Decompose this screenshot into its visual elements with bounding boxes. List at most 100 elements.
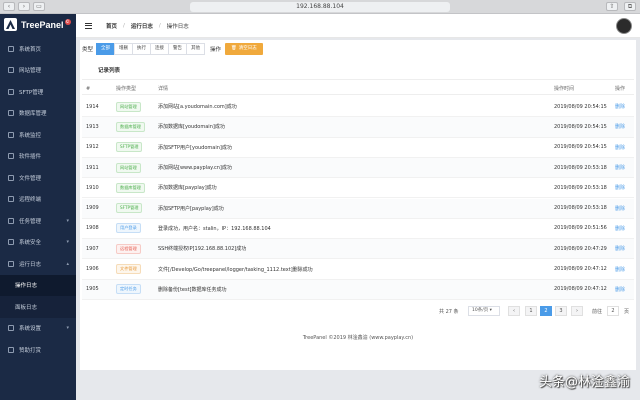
sidebar-item-label: 系统设置 — [19, 326, 42, 333]
delete-link[interactable]: 删除 — [615, 117, 625, 136]
type-tag: 定时任务 — [116, 284, 141, 295]
page-size-value: 10条/页 — [472, 308, 489, 313]
col-type: 操作类型 — [116, 86, 137, 92]
breadcrumb-home[interactable]: 首页 — [106, 22, 117, 30]
sidebar-item-2[interactable]: SFTP管理 — [0, 81, 76, 103]
chevron-down-icon: ▾ — [66, 239, 69, 246]
shield-icon — [8, 239, 14, 246]
log-icon — [8, 260, 14, 267]
gift-icon — [8, 346, 14, 353]
delete-link[interactable]: 删除 — [615, 158, 625, 177]
table-row: 1909 SFTP管理 添加SFTP用户[payplay]成功 2019/08/09 … — [82, 198, 634, 219]
sidebar-item-8[interactable]: 任务管理 ▾ — [0, 210, 76, 232]
address-bar[interactable]: 192.168.88.104 — [190, 2, 450, 12]
sidebar-item-label: 面板日志 — [15, 304, 38, 311]
row-time: 2019/08/09 20:47:12 — [554, 286, 607, 293]
delete-link[interactable]: 删除 — [615, 199, 625, 218]
row-detail: 添加数据库[youdomain]成功 — [158, 124, 225, 131]
gear-icon — [8, 325, 14, 332]
forward-button[interactable]: › — [18, 2, 30, 11]
sidebar-item-0[interactable]: 系统首页 — [0, 38, 76, 60]
delete-link[interactable]: 删除 — [615, 138, 625, 157]
section-title: 记录列表 — [82, 62, 634, 80]
type-tag: SFTP管理 — [116, 203, 143, 214]
globe-icon — [8, 67, 14, 74]
row-id: 1911 — [86, 164, 99, 171]
sidebar-item-bottom-0[interactable]: 系统设置 ▾ — [0, 318, 76, 340]
row-time: 2019/08/09 20:47:29 — [554, 245, 607, 252]
sidebar-item-1[interactable]: 网站管理 — [0, 60, 76, 82]
page-2[interactable]: 2 — [540, 306, 552, 316]
sidebar-item-3[interactable]: 数据库管理 — [0, 103, 76, 125]
menu-toggle-icon[interactable] — [85, 22, 92, 29]
sidebar-item-label: 远程终端 — [19, 197, 42, 204]
logo-icon — [4, 18, 17, 31]
row-detail: 添加SFTP用户[youdomain]成功 — [158, 144, 232, 151]
back-button[interactable]: ‹ — [3, 2, 15, 11]
type-filter-group: 全部 增删 执行 连接 警告 其他 — [96, 43, 206, 55]
row-time: 2019/08/09 20:54:15 — [554, 123, 607, 130]
type-tag: 网站管理 — [116, 101, 141, 112]
watermark: 头条@林淦鑫渝 — [538, 375, 630, 390]
tabs-icon[interactable]: ⧉ — [624, 2, 636, 11]
delete-link[interactable]: 删除 — [615, 97, 625, 116]
sidebar-item-5[interactable]: 软件插件 — [0, 146, 76, 168]
table-row: 1912 SFTP管理 添加SFTP用户[youdomain]成功 2019/08/0… — [82, 138, 634, 158]
sidebar-item-7[interactable]: 远程终端 — [0, 189, 76, 211]
next-page-button[interactable]: › — [571, 306, 583, 316]
filter-button-1[interactable]: 增删 — [114, 43, 134, 55]
table-row: 1910 数据库管理 添加数据库[payplay]成功 2019/08/09 20:5… — [82, 178, 634, 199]
brand: TreePanel © — [0, 14, 76, 35]
delete-link[interactable]: 删除 — [615, 178, 625, 197]
page-size-select[interactable]: 10条/页 ▾ — [468, 306, 500, 316]
sidebar-toggle-icon[interactable]: ▭ — [33, 2, 45, 11]
sidebar-item-sub-0[interactable]: 操作日志 — [0, 274, 76, 296]
top-bar: 首页 / 运行日志 / 操作日志 — [76, 14, 640, 38]
row-id: 1914 — [86, 103, 99, 110]
row-detail: 文件[/Develop/Go/treepanel/logger/tasking_… — [158, 266, 313, 273]
sidebar-item-9[interactable]: 系统安全 ▾ — [0, 232, 76, 254]
row-type-cell: 数据库管理 — [116, 178, 145, 197]
browser-toolbar: ‹ › ▭ 192.168.88.104 ⇧ ⧉ — [0, 0, 640, 14]
delete-link[interactable]: 删除 — [615, 219, 625, 238]
row-detail: 登录成功，用户名：stalin，IP：192.168.88.104 — [158, 225, 271, 232]
row-type-cell: SFTP管理 — [116, 138, 143, 157]
sidebar-item-6[interactable]: 文件管理 — [0, 167, 76, 189]
avatar[interactable] — [616, 18, 632, 34]
delete-link[interactable]: 删除 — [615, 239, 625, 258]
row-id: 1907 — [86, 245, 99, 252]
page-3[interactable]: 3 — [555, 306, 567, 316]
filter-button-2[interactable]: 执行 — [132, 43, 152, 55]
sidebar-item-label: 文件管理 — [19, 175, 42, 182]
brand-badge: © — [64, 18, 71, 25]
col-op: 操作 — [615, 86, 626, 92]
row-type-cell: 网站管理 — [116, 158, 141, 177]
sidebar-item-10[interactable]: 运行日志 ▴ — [0, 253, 76, 275]
delete-link[interactable]: 删除 — [615, 259, 625, 278]
sidebar-item-sub-1[interactable]: 面板日志 — [0, 296, 76, 318]
row-type-cell: 远程管理 — [116, 239, 141, 258]
filter-button-5[interactable]: 其他 — [186, 43, 206, 55]
row-detail: 添加网站[www.payplay.cn]成功 — [158, 165, 232, 172]
row-type-cell: 数据库管理 — [116, 117, 145, 136]
page-1[interactable]: 1 — [525, 306, 537, 316]
filter-button-0[interactable]: 全部 — [96, 43, 116, 55]
sidebar-item-bottom-1[interactable]: 赞助打赏 — [0, 339, 76, 361]
filter-button-3[interactable]: 连接 — [150, 43, 170, 55]
breadcrumb-run-log[interactable]: 运行日志 — [131, 22, 153, 30]
col-id: # — [86, 85, 91, 92]
type-tag: SFTP管理 — [116, 142, 143, 153]
sidebar-item-4[interactable]: 系统监控 — [0, 124, 76, 146]
row-detail: 添加SFTP用户[payplay]成功 — [158, 205, 224, 212]
clear-logs-label: 清空日志 — [238, 46, 257, 51]
goto-input[interactable]: 2 — [607, 306, 619, 316]
filter-button-4[interactable]: 警告 — [168, 43, 188, 55]
share-icon[interactable]: ⇧ — [606, 2, 618, 11]
row-type-cell: SFTP管理 — [116, 199, 143, 218]
prev-page-button[interactable]: ‹ — [508, 306, 520, 316]
clear-logs-button[interactable]: 🗑 清空日志 — [225, 43, 263, 55]
delete-link[interactable]: 删除 — [615, 280, 625, 299]
folder-icon — [8, 174, 14, 181]
sidebar-item-label: 软件插件 — [19, 154, 42, 161]
table-row: 1913 数据库管理 添加数据库[youdomain]成功 2019/08/09 20… — [82, 117, 634, 138]
